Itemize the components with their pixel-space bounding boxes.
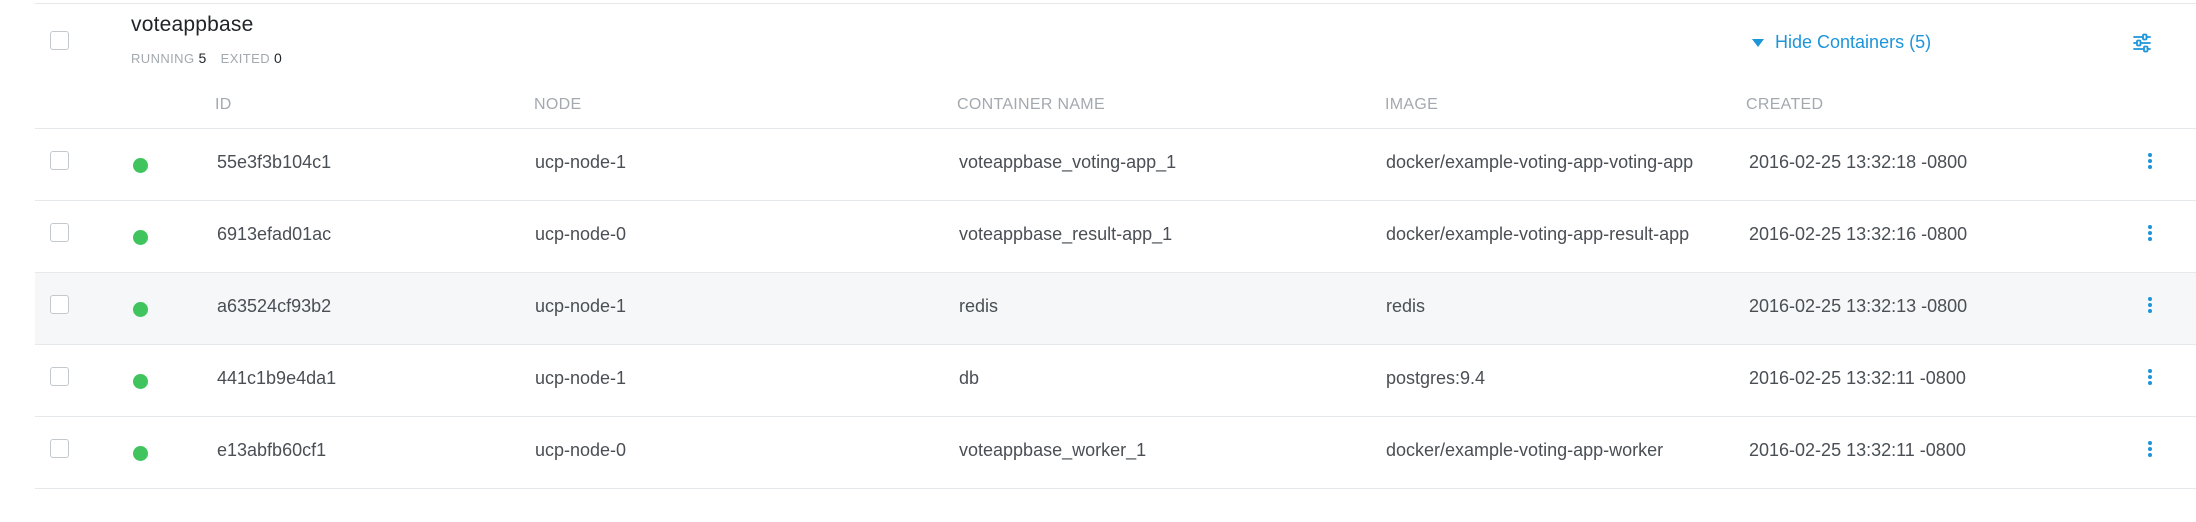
- column-header-created[interactable]: CREATED: [1746, 96, 1823, 114]
- container-created: 2016-02-25 13:32:13 -0800: [1749, 296, 1968, 316]
- container-node[interactable]: ucp-node-0: [535, 440, 626, 461]
- container-image: redis: [1386, 296, 1426, 316]
- table-header: ID NODE CONTAINER NAME IMAGE CREATED: [0, 90, 2196, 128]
- status-running-dot: [133, 158, 148, 173]
- container-created: 2016-02-25 13:32:16 -0800: [1749, 224, 1968, 244]
- container-node[interactable]: ucp-node-0: [535, 224, 626, 245]
- column-header-image[interactable]: IMAGE: [1385, 96, 1438, 114]
- table-row[interactable]: e13abfb60cf1 ucp-node-0 voteappbase_work…: [35, 417, 2196, 489]
- row-checkbox[interactable]: [50, 367, 69, 386]
- container-name[interactable]: redis: [959, 296, 998, 317]
- exited-label: EXITED: [220, 51, 271, 66]
- container-id[interactable]: e13abfb60cf1: [217, 440, 326, 461]
- container-created: 2016-02-25 13:32:11 -0800: [1749, 368, 1966, 388]
- caret-down-icon: [1752, 39, 1764, 47]
- row-checkbox[interactable]: [50, 295, 69, 314]
- table-row[interactable]: 441c1b9e4da1 ucp-node-1 db postgres:9.4 …: [35, 345, 2196, 417]
- container-created: 2016-02-25 13:32:18 -0800: [1749, 152, 1968, 172]
- table-row[interactable]: a63524cf93b2 ucp-node-1 redis redis 2016…: [35, 273, 2196, 345]
- container-name[interactable]: voteappbase_worker_1: [959, 440, 1146, 461]
- container-id[interactable]: 441c1b9e4da1: [217, 368, 336, 389]
- hide-containers-label: Hide Containers (5): [1775, 32, 1932, 52]
- kebab-menu-icon[interactable]: [2144, 369, 2156, 389]
- container-name[interactable]: voteappbase_voting-app_1: [959, 152, 1176, 173]
- table-row[interactable]: 55e3f3b104c1 ucp-node-1 voteappbase_voti…: [35, 129, 2196, 201]
- container-image: docker/example-voting-app-worker: [1386, 440, 1664, 460]
- app-name: voteappbase: [131, 13, 254, 36]
- status-running-dot: [133, 374, 148, 389]
- column-header-container-name[interactable]: CONTAINER NAME: [957, 96, 1105, 114]
- select-all-checkbox[interactable]: [50, 31, 69, 50]
- kebab-menu-icon[interactable]: [2144, 153, 2156, 173]
- column-header-id[interactable]: ID: [215, 96, 232, 114]
- container-created: 2016-02-25 13:32:11 -0800: [1749, 440, 1966, 460]
- container-image: postgres:9.4: [1386, 368, 1486, 388]
- container-node[interactable]: ucp-node-1: [535, 296, 626, 317]
- status-running-dot: [133, 446, 148, 461]
- container-id[interactable]: 55e3f3b104c1: [217, 152, 331, 173]
- container-id[interactable]: 6913efad01ac: [217, 224, 331, 245]
- container-status-summary: RUNNING 5 EXITED 0: [131, 50, 296, 66]
- container-id[interactable]: a63524cf93b2: [217, 296, 331, 317]
- container-name[interactable]: voteappbase_result-app_1: [959, 224, 1172, 245]
- container-image: docker/example-voting-app-voting-app: [1386, 152, 1694, 172]
- table-row[interactable]: 6913efad01ac ucp-node-0 voteappbase_resu…: [35, 201, 2196, 273]
- running-label: RUNNING: [131, 51, 195, 66]
- column-header-node[interactable]: NODE: [534, 96, 581, 114]
- row-checkbox[interactable]: [50, 439, 69, 458]
- app-group-header: voteappbase RUNNING 5 EXITED 0 Hide Contain…: [0, 0, 2196, 85]
- container-node[interactable]: ucp-node-1: [535, 152, 626, 173]
- container-image: docker/example-voting-app-result-app: [1386, 224, 1690, 244]
- container-name[interactable]: db: [959, 368, 979, 389]
- sliders-icon[interactable]: [2132, 33, 2152, 53]
- row-checkbox[interactable]: [50, 151, 69, 170]
- running-count: 5: [198, 50, 207, 66]
- kebab-menu-icon[interactable]: [2144, 297, 2156, 317]
- row-checkbox[interactable]: [50, 223, 69, 242]
- status-running-dot: [133, 302, 148, 317]
- status-running-dot: [133, 230, 148, 245]
- kebab-menu-icon[interactable]: [2144, 225, 2156, 245]
- exited-count: 0: [274, 50, 283, 66]
- container-node[interactable]: ucp-node-1: [535, 368, 626, 389]
- hide-containers-toggle[interactable]: Hide Containers (5): [1752, 32, 1931, 53]
- kebab-menu-icon[interactable]: [2144, 441, 2156, 461]
